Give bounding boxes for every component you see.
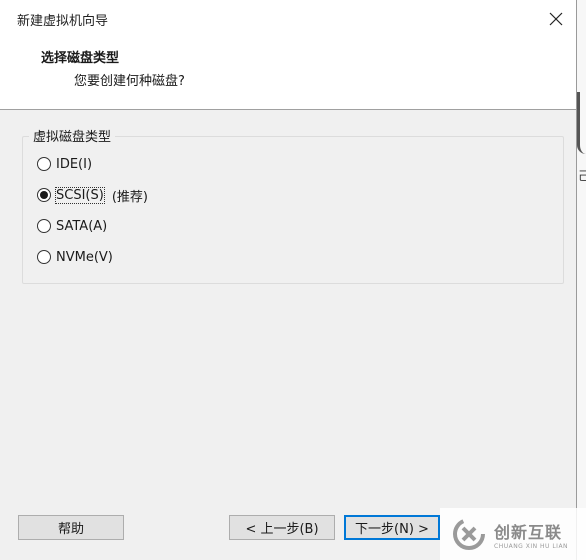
background-window-graphic [577,92,586,154]
disk-type-group-legend: 虚拟磁盘类型 [29,126,116,145]
radio-ide[interactable]: IDE(I) [37,154,92,174]
radio-scsi[interactable]: SCSI(S) (推荐) [37,185,148,205]
close-icon [549,12,563,26]
header-title: 选择磁盘类型 [41,51,120,66]
watermark-pinyin: CHUANG XIN HU LIAN [494,542,569,550]
recommended-note: (推荐) [111,189,148,205]
watermark-brand: 创新互联 [494,522,563,542]
close-button[interactable] [538,3,574,35]
watermark: 创新互联 CHUANG XIN HU LIAN [440,508,586,560]
header-subtitle: 您要创建何种磁盘? [74,74,185,89]
brand-logo-icon [453,518,485,550]
title-bar[interactable]: 新建虚拟机向导 [0,0,576,38]
window-title: 新建虚拟机向导 [17,14,109,29]
radio-sata-circle[interactable] [37,219,51,233]
next-button[interactable]: 下一步(N) > [344,515,440,540]
background-window-text: 己 [578,169,586,183]
radio-ide-circle[interactable] [37,157,51,171]
radio-ide-label[interactable]: IDE(I) [56,157,92,172]
radio-nvme-circle[interactable] [37,250,51,264]
radio-scsi-label[interactable]: SCSI(S) [55,186,105,204]
back-button[interactable]: < 上一步(B) [229,515,335,540]
watermark-text: 创新互联 CHUANG XIN HU LIAN [494,519,568,550]
radio-sata-label[interactable]: SATA(A) [56,219,107,234]
radio-scsi-circle[interactable] [37,188,51,202]
wizard-header: 选择磁盘类型 您要创建何种磁盘? [0,38,576,110]
radio-nvme-label[interactable]: NVMe(V) [56,250,113,265]
help-button[interactable]: 帮助 [18,515,124,540]
background-window-edge [577,0,586,560]
radio-sata[interactable]: SATA(A) [37,216,107,236]
radio-nvme[interactable]: NVMe(V) [37,247,113,267]
new-vm-wizard-dialog: 新建虚拟机向导 选择磁盘类型 您要创建何种磁盘? 虚拟磁盘类型 IDE(I) S… [0,0,577,560]
